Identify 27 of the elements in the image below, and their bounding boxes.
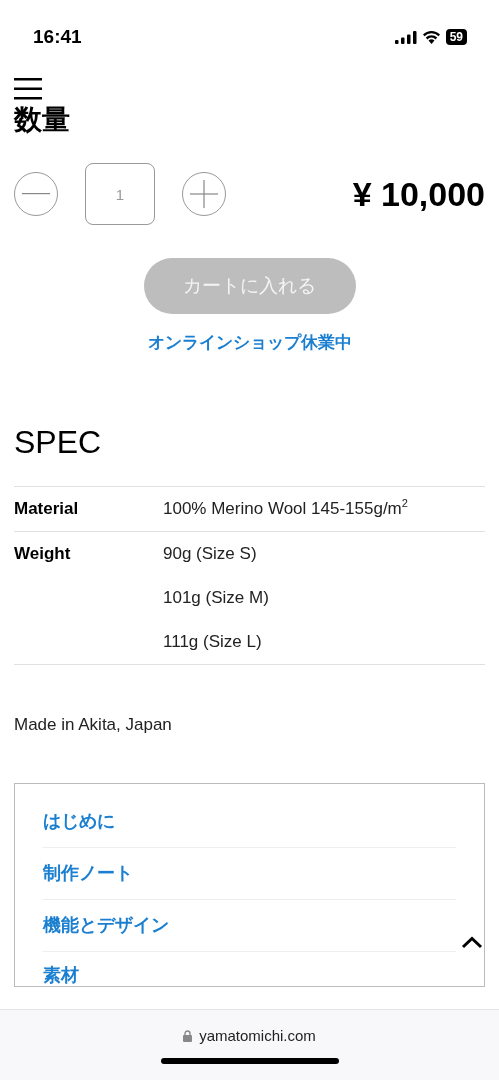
- origin-text: Made in Akita, Japan: [14, 715, 173, 735]
- chevron-up-icon[interactable]: [461, 936, 483, 949]
- contents-link[interactable]: 機能とデザイン: [43, 900, 456, 952]
- url-text[interactable]: yamatomichi.com: [199, 1027, 316, 1044]
- status-time: 16:41: [33, 26, 82, 48]
- shop-closed-link[interactable]: オンラインショップ休業中: [147, 331, 352, 354]
- plus-icon: [190, 180, 218, 208]
- lock-icon: [183, 1029, 193, 1042]
- spec-heading: SPEC: [14, 423, 103, 462]
- spec-label: Weight: [14, 543, 72, 565]
- spec-value: 90g (Size S): [163, 543, 258, 565]
- price: ¥ 10,000: [352, 174, 485, 214]
- spec-value: 111g (Size L): [163, 631, 263, 653]
- contents-link[interactable]: 制作ノート: [43, 848, 456, 900]
- spec-label: Material: [14, 498, 80, 520]
- battery-indicator: 59: [445, 29, 467, 45]
- contents-link[interactable]: 素材: [43, 964, 456, 986]
- decrease-button[interactable]: [14, 172, 58, 216]
- quantity-heading: 数量: [14, 104, 70, 136]
- spec-value: 101g (Size M): [163, 587, 269, 609]
- wifi-icon: [421, 30, 441, 44]
- menu-icon[interactable]: [14, 78, 42, 100]
- minus-icon: [22, 193, 50, 195]
- signal-icon: [394, 30, 417, 44]
- spec-value: 100% Merino Wool 145-155g/m$^{2}$: [163, 496, 408, 520]
- quantity-field[interactable]: 1: [85, 163, 155, 225]
- contents-link[interactable]: はじめに: [43, 796, 456, 848]
